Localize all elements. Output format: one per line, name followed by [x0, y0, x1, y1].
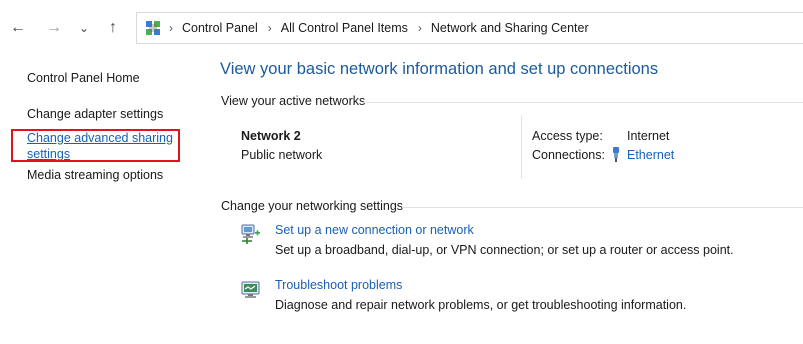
- network-name: Network 2: [241, 129, 301, 143]
- troubleshoot-icon: [240, 279, 262, 301]
- ethernet-connection-link[interactable]: Ethernet: [611, 147, 674, 162]
- breadcrumb-all-items[interactable]: All Control Panel Items: [281, 21, 408, 35]
- sidebar-item-media-streaming-options[interactable]: Media streaming options: [27, 168, 163, 182]
- arrow-right-icon: →: [46, 19, 62, 36]
- highlight-box: [11, 129, 180, 162]
- troubleshoot-problems-description: Diagnose and repair network problems, or…: [275, 298, 687, 312]
- section-heading-active-networks: View your active networks: [221, 94, 366, 108]
- forward-button[interactable]: →: [44, 16, 64, 40]
- breadcrumb-separator[interactable]: ›: [268, 21, 272, 35]
- section-divider: [362, 102, 803, 103]
- access-type-value: Internet: [627, 129, 670, 143]
- back-button[interactable]: ←: [8, 16, 28, 40]
- setup-new-connection-description: Set up a broadband, dial-up, or VPN conn…: [275, 243, 734, 257]
- breadcrumb-separator[interactable]: ›: [418, 21, 422, 35]
- section-divider: [402, 207, 803, 208]
- ethernet-connection-label[interactable]: Ethernet: [627, 148, 674, 162]
- connections-label: Connections:: [532, 148, 605, 162]
- sidebar-item-change-adapter-settings[interactable]: Change adapter settings: [27, 107, 163, 121]
- arrow-left-icon: ←: [10, 19, 26, 36]
- access-type-label: Access type:: [532, 129, 603, 143]
- troubleshoot-problems-link[interactable]: Troubleshoot problems: [275, 278, 402, 292]
- breadcrumb-control-panel[interactable]: Control Panel: [182, 21, 258, 35]
- network-category: Public network: [241, 148, 323, 162]
- page-title: View your basic network information and …: [220, 60, 659, 78]
- vertical-divider: [521, 115, 522, 179]
- breadcrumb-separator: ›: [169, 21, 173, 35]
- new-connection-icon: [240, 223, 262, 245]
- chevron-down-icon: ⌄: [78, 21, 90, 35]
- section-heading-networking-settings: Change your networking settings: [221, 199, 404, 213]
- control-panel-icon: [145, 20, 161, 36]
- arrow-up-icon: ↑: [109, 19, 117, 36]
- up-button[interactable]: ↑: [103, 16, 123, 40]
- ethernet-icon: [611, 147, 621, 162]
- recent-locations-button[interactable]: ⌄: [74, 16, 94, 40]
- breadcrumb-network-sharing-center[interactable]: Network and Sharing Center: [431, 21, 589, 35]
- setup-new-connection-link[interactable]: Set up a new connection or network: [275, 223, 474, 237]
- sidebar-item-control-panel-home[interactable]: Control Panel Home: [27, 71, 140, 85]
- address-bar[interactable]: › Control Panel › All Control Panel Item…: [136, 12, 803, 44]
